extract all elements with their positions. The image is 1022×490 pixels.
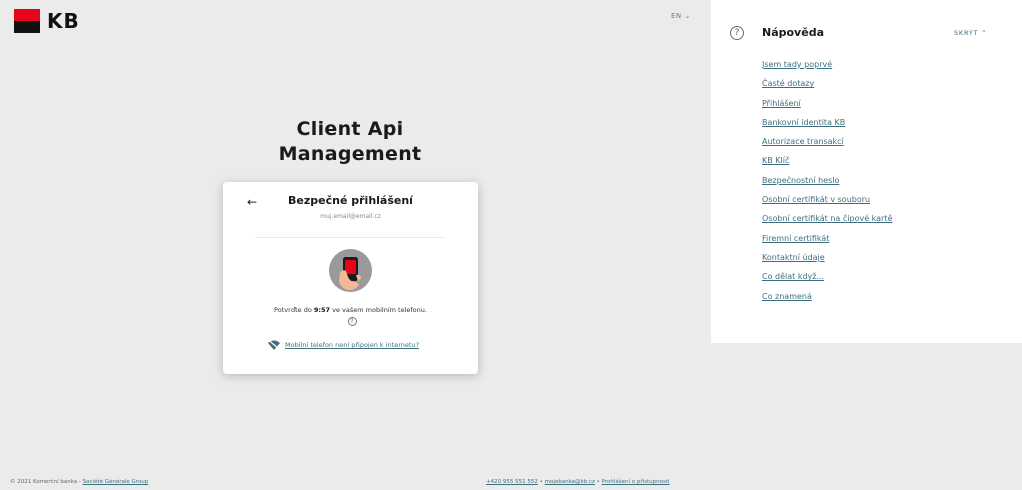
footer-separator: • [537, 479, 545, 485]
help-title: Nápověda [762, 26, 824, 39]
phone-link[interactable]: +420 955 551 552 [486, 479, 538, 485]
question-circle-icon: ? [730, 26, 744, 40]
footer-contacts: +420 955 551 552 • mojebanka@kb.cz • Pro… [486, 479, 670, 485]
help-link-item: Co znamená [762, 284, 892, 303]
kb-logo: KB [14, 9, 80, 33]
help-link[interactable]: Časté dotazy [762, 79, 814, 88]
footer-copyright: © 2021 Komerční banka - Société Générale… [10, 479, 148, 485]
help-link-item: Firemní certifikát [762, 226, 892, 245]
language-selector[interactable]: EN ⌄ [671, 12, 691, 20]
help-link-item: Osobní certifikát na čipové kartě [762, 206, 892, 225]
help-link-item: Časté dotazy [762, 71, 892, 90]
user-email: muj.email@email.cz [320, 213, 381, 220]
login-page: KB EN ⌄ Client Api Management ← Bezpečné… [0, 0, 1022, 490]
offline-link-text: Mobilní telefon není připojen k internet… [285, 341, 420, 349]
help-link[interactable]: Bezpečnostní heslo [762, 176, 839, 185]
help-link-item: Kontaktní údaje [762, 245, 892, 264]
help-link-item: Přihlášení [762, 91, 892, 110]
login-card: ← Bezpečné přihlášení muj.email@email.cz… [223, 182, 478, 374]
page-title: Client Api Management [222, 117, 478, 167]
kb-logo-text: KB [47, 9, 80, 33]
footer-separator: • [594, 479, 602, 485]
help-link[interactable]: Přihlášení [762, 99, 801, 108]
group-link[interactable]: Société Générale Group [83, 479, 149, 485]
help-link[interactable]: Bankovní identita KB [762, 118, 845, 127]
help-links-list: Jsem tady poprvé Časté dotazy Přihlášení… [762, 52, 892, 303]
divider [255, 237, 446, 238]
help-link[interactable]: Firemní certifikát [762, 234, 829, 243]
help-link-item: Bankovní identita KB [762, 110, 892, 129]
help-link[interactable]: Osobní certifikát v souboru [762, 195, 870, 204]
card-title: Bezpečné přihlášení [288, 194, 413, 207]
chevron-down-icon: ⌄ [684, 12, 691, 20]
help-tooltip-icon[interactable]: ? [347, 316, 357, 326]
help-link[interactable]: Jsem tady poprvé [762, 60, 832, 69]
help-link-item: Osobní certifikát v souboru [762, 187, 892, 206]
help-link[interactable]: Autorizace transakcí [762, 137, 844, 146]
accessibility-link[interactable]: Prohlášení o přístupnosti [602, 479, 670, 485]
help-link[interactable]: KB Klíč [762, 156, 789, 165]
language-current: EN [671, 12, 682, 20]
help-link-item: Autorizace transakcí [762, 129, 892, 148]
help-link[interactable]: Co dělat když... [762, 272, 824, 281]
page-title-line2: Management [278, 143, 422, 165]
help-link-item: KB Klíč [762, 148, 892, 167]
confirm-instruction: Potvrďte do 9:57 ve vašem mobilním telef… [271, 305, 430, 327]
confirm-time: 9:57 [313, 306, 331, 314]
help-link-item: Bezpečnostní heslo [762, 168, 892, 187]
hide-help-button[interactable]: SKRÝT ⌃ [954, 29, 988, 37]
offline-phone-link[interactable]: Mobilní telefon není připojen k internet… [268, 340, 419, 350]
phone-in-hand-icon [329, 249, 372, 292]
confirm-prefix: Potvrďte do [274, 306, 314, 314]
help-link[interactable]: Osobní certifikát na čipové kartě [762, 214, 892, 223]
kb-logo-mark [14, 9, 40, 33]
wifi-off-icon [268, 340, 280, 350]
confirm-suffix: ve vašem mobilním telefonu. [330, 306, 427, 314]
help-panel: ? Nápověda SKRÝT ⌃ Jsem tady poprvé Čast… [711, 0, 1022, 343]
help-link[interactable]: Co znamená [762, 292, 812, 301]
email-link[interactable]: mojebanka@kb.cz [545, 479, 595, 485]
help-link-item: Co dělat když... [762, 264, 892, 283]
page-title-line1: Client Api [296, 118, 404, 140]
help-link[interactable]: Kontaktní údaje [762, 253, 825, 262]
help-link-item: Jsem tady poprvé [762, 52, 892, 71]
copyright-text: © 2021 Komerční banka - [10, 479, 83, 485]
